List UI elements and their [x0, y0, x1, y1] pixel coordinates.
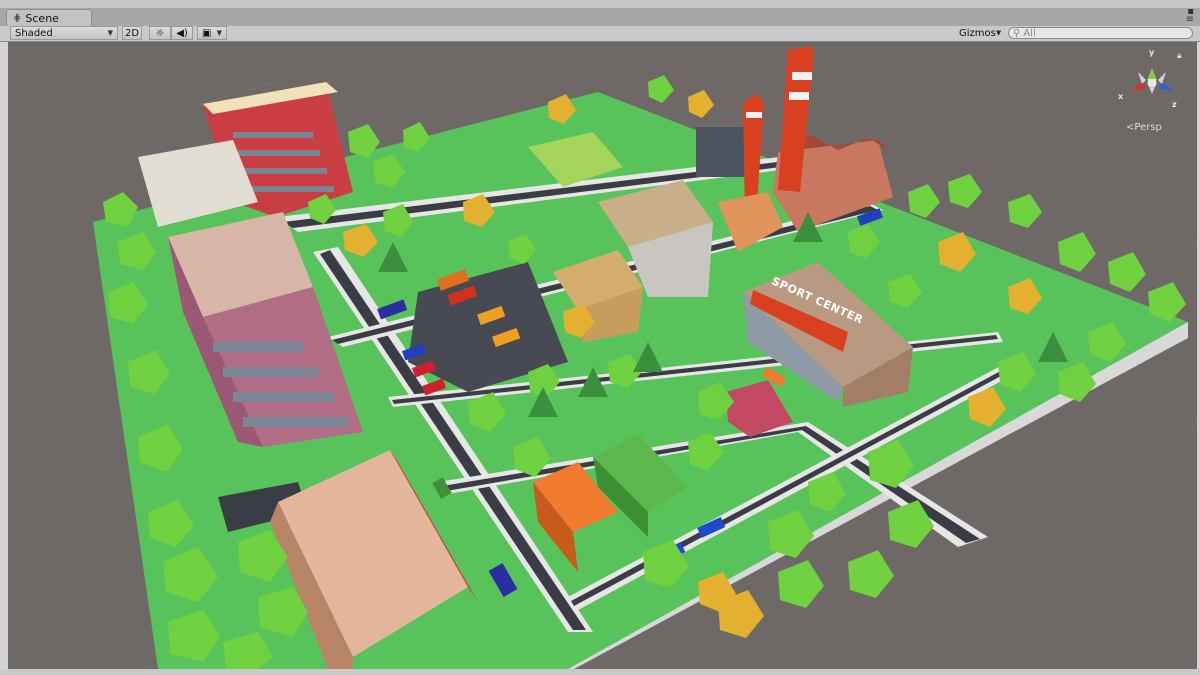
z-axis-label: z	[1172, 100, 1177, 109]
projection-toggle[interactable]: <Persp	[1126, 122, 1162, 133]
audio-toggle-button[interactable]: ◀)	[171, 26, 193, 40]
y-axis-label: y	[1149, 48, 1155, 57]
gizmos-dropdown[interactable]: Gizmos ▼	[955, 26, 1002, 40]
image-effects-icon: ▣	[202, 27, 212, 39]
window-top-strip	[0, 0, 1200, 8]
x-axis-label: x	[1118, 92, 1124, 101]
speaker-icon: ◀)	[176, 27, 188, 39]
x-axis-cone[interactable]	[1130, 82, 1146, 92]
neg-z-axis-cone[interactable]	[1138, 72, 1146, 84]
neg-x-axis-cone[interactable]	[1158, 72, 1166, 84]
search-input[interactable]: ⚲ All	[1008, 27, 1193, 39]
projection-label: Persp	[1134, 122, 1162, 133]
z-axis-cone[interactable]	[1158, 82, 1174, 92]
gizmo-center-cube[interactable]	[1148, 79, 1156, 86]
shading-mode-label: Shaded	[15, 27, 53, 39]
chevron-down-icon: ▼	[107, 29, 113, 37]
sun-icon: ☼	[155, 27, 165, 39]
gizmos-label: Gizmos	[959, 27, 996, 39]
window-controls: ▪ ≡	[1186, 7, 1194, 25]
tab-scene[interactable]: ⋕ Scene	[6, 9, 92, 26]
chevron-down-icon: ▼	[995, 29, 1002, 37]
search-icon: ⚲	[1013, 27, 1021, 39]
lock-icon[interactable]: 🔒︎	[1177, 51, 1182, 61]
scene-render	[8, 46, 1197, 669]
left-panel-edge	[0, 42, 8, 669]
effects-dropdown[interactable]: ▣ ▼	[197, 26, 227, 40]
y-axis-cone[interactable]	[1147, 68, 1157, 80]
tab-menu-icon[interactable]: ≡	[1186, 15, 1194, 25]
search-placeholder: All	[1023, 27, 1036, 39]
tab-bar: ⋕ Scene ▪ ≡	[0, 7, 1200, 26]
chevron-down-icon: ▼	[216, 29, 222, 37]
scene-toolbar: Shaded ▼ 2D ☼ ◀) ▣ ▼ Gizmos ▼ ⚲ All	[0, 26, 1200, 42]
tab-scene-label: Scene	[25, 11, 59, 25]
scene-grid-icon: ⋕	[13, 12, 22, 24]
scene-viewport[interactable]: SPORT CENTER y x z 🔒︎	[8, 42, 1197, 669]
window-bottom-edge	[0, 669, 1200, 675]
lighting-toggle-button[interactable]: ☼	[149, 26, 171, 40]
2d-toggle-label: 2D	[124, 27, 140, 39]
shading-mode-dropdown[interactable]: Shaded ▼	[10, 26, 118, 40]
2d-toggle-button[interactable]: 2D	[122, 26, 142, 40]
